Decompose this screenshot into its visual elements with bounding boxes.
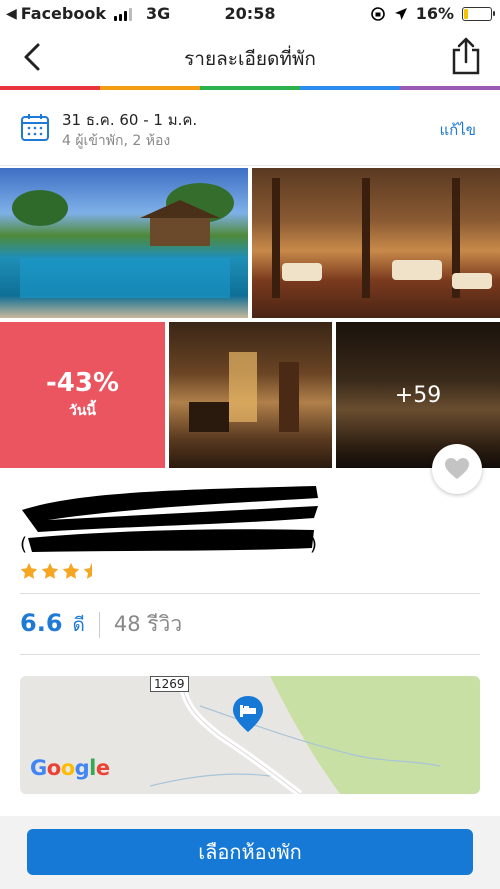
hotel-map-pin-icon[interactable] (230, 694, 266, 734)
svg-text:): ) (310, 534, 317, 555)
location-map[interactable]: 1269 Google (20, 676, 480, 794)
deal-percent: -43% (45, 368, 120, 398)
share-icon[interactable] (450, 36, 482, 76)
star-half-icon (83, 562, 92, 579)
google-logo: Google (30, 756, 110, 780)
battery-percent: 16% (415, 4, 454, 23)
star-icon (62, 562, 80, 579)
photo-hallway[interactable] (169, 322, 332, 468)
divider (20, 654, 480, 655)
page-title: รายละเอียดที่พัก (184, 48, 316, 70)
heart-icon (445, 458, 469, 479)
status-right: 16% (370, 4, 495, 23)
select-room-button[interactable]: เลือกห้องพัก (27, 829, 473, 875)
guest-room-count: 4 ผู้เข้าพัก, 2 ห้อง (62, 133, 171, 149)
deal-label: วันนี้ (68, 403, 96, 419)
divider (20, 593, 480, 594)
lobby-scene-image (272, 178, 492, 298)
edit-dates-link[interactable]: แก้ไข (439, 118, 476, 142)
star-icon (20, 562, 38, 579)
rating-separator (98, 611, 100, 638)
pool-scene-image (12, 183, 234, 298)
location-arrow-icon (394, 7, 407, 20)
photo-pool[interactable] (0, 168, 248, 318)
review-score-row[interactable]: 6.6 ดี 48 รีวิว (20, 608, 182, 641)
more-photos-count: +59 (394, 382, 442, 408)
nav-bar: รายละเอียดที่พัก (0, 28, 500, 86)
svg-text:(: ( (20, 534, 27, 555)
battery-level (464, 8, 469, 19)
road-number-label: 1269 (150, 676, 189, 692)
photo-more[interactable]: +59 (336, 322, 500, 468)
star-icon (41, 562, 59, 579)
photo-lobby[interactable] (252, 168, 500, 318)
status-bar: ◀ Facebook 3G 20:58 16% (0, 0, 500, 28)
review-score-label: ดี (72, 614, 85, 636)
booking-dates-panel[interactable]: 31 ธ.ค. 60 - 1 ม.ค. 4 ผู้เข้าพัก, 2 ห้อง… (0, 90, 500, 166)
star-rating (20, 562, 101, 580)
deal-tile[interactable]: -43% วันนี้ (0, 322, 165, 468)
hallway-scene-image (189, 352, 299, 432)
date-range: 31 ธ.ค. 60 - 1 ม.ค. (62, 111, 198, 129)
favorite-button[interactable] (432, 444, 482, 494)
review-count: 48 รีวิว (113, 612, 183, 636)
rotation-lock-icon (370, 6, 385, 21)
bottom-action-bar: เลือกห้องพัก (0, 816, 500, 889)
hotel-name-redacted: ( ) (20, 486, 318, 555)
review-score: 6.6 (20, 609, 63, 637)
battery-icon (462, 6, 495, 21)
calendar-icon (21, 114, 49, 141)
photo-gallery: -43% วันนี้ +59 (0, 168, 500, 468)
